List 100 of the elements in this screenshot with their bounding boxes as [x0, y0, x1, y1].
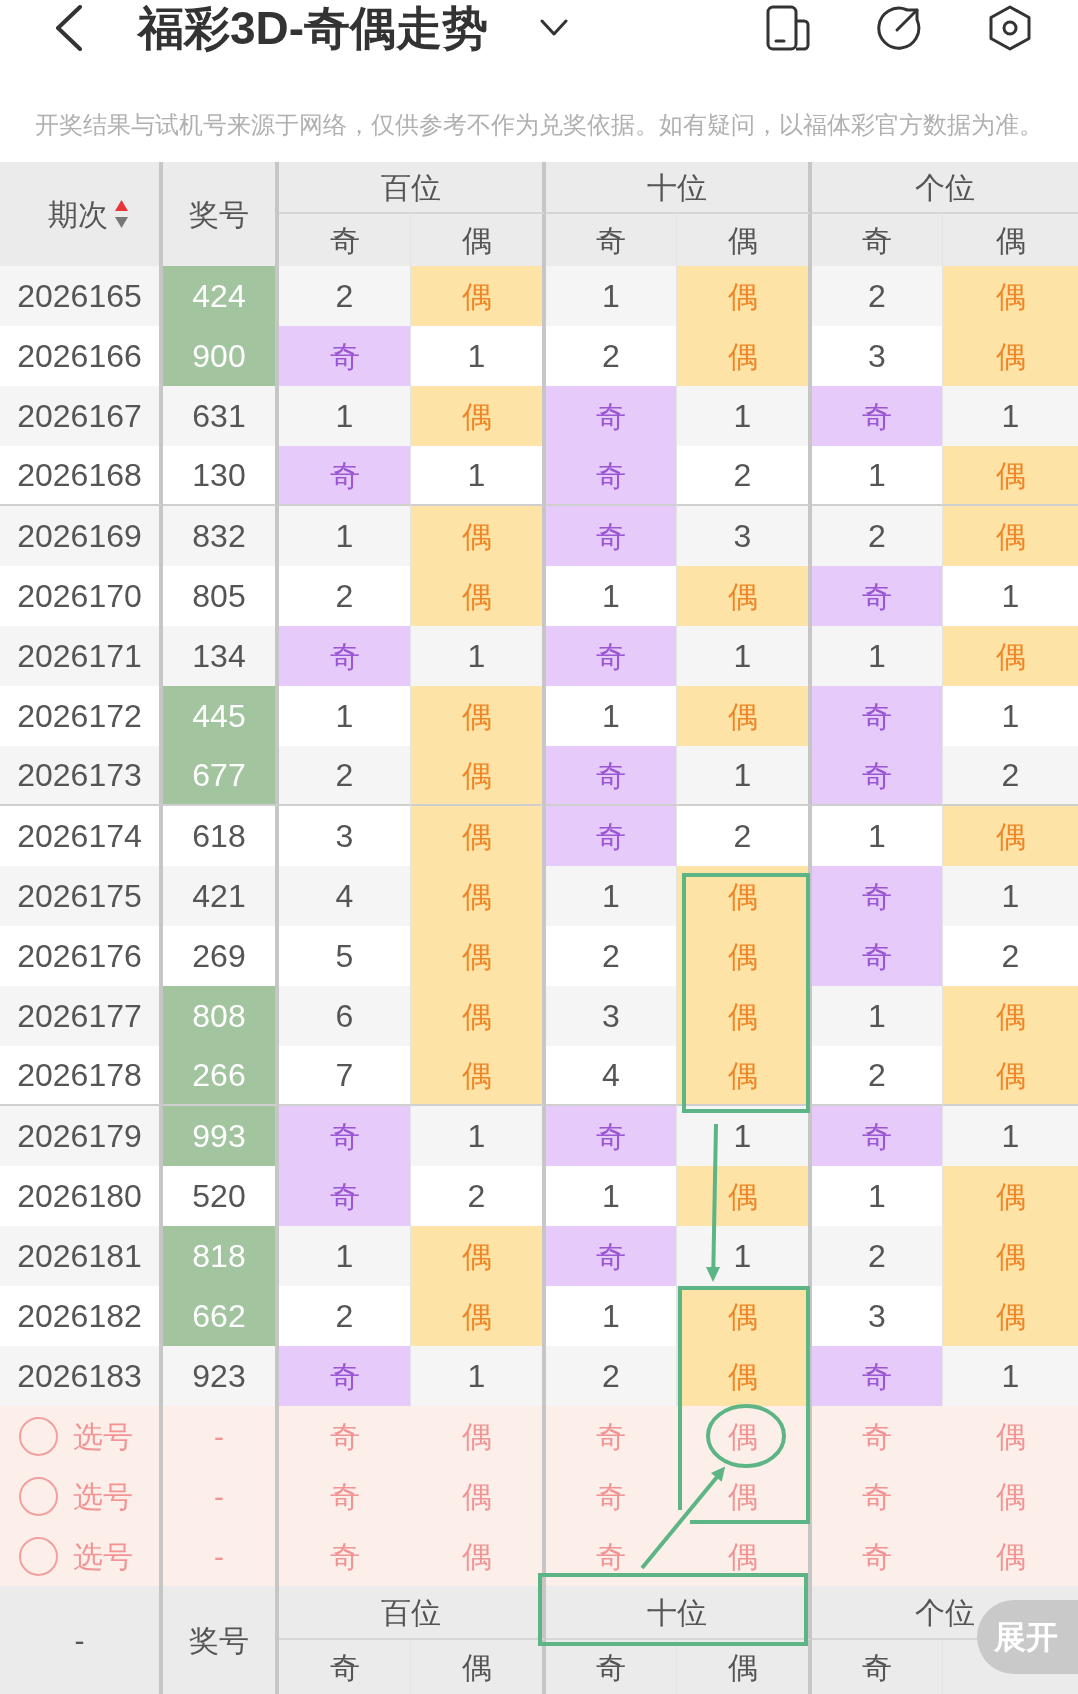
trend-cell: 偶 — [411, 386, 546, 446]
trend-cell: 2 — [677, 446, 812, 506]
number-cell: 818 — [163, 1226, 279, 1286]
trend-cell: 偶 — [677, 1346, 812, 1406]
column-header: 偶 — [411, 1640, 546, 1694]
share-icon[interactable] — [876, 5, 922, 51]
back-icon[interactable] — [54, 5, 84, 51]
trend-cell: 奇 — [546, 506, 677, 566]
number-cell: 445 — [163, 686, 279, 746]
column-header: 偶 — [677, 1640, 812, 1694]
pick-option[interactable]: 偶 — [943, 1526, 1078, 1586]
trend-cell: 1 — [812, 626, 943, 686]
trend-cell: 1 — [411, 1346, 546, 1406]
trend-cell: 4 — [546, 1046, 677, 1106]
pick-option[interactable]: 偶 — [411, 1406, 546, 1466]
trend-cell: 1 — [411, 446, 546, 506]
number-cell: 808 — [163, 986, 279, 1046]
trend-cell: 4 — [279, 866, 411, 926]
pick-option[interactable]: 奇 — [546, 1526, 677, 1586]
pick-option[interactable]: 偶 — [943, 1466, 1078, 1526]
number-cell: - — [163, 1466, 279, 1526]
number-cell: 832 — [163, 506, 279, 566]
pick-toggle[interactable]: 选号 — [0, 1406, 163, 1466]
pick-toggle[interactable]: 选号 — [0, 1526, 163, 1586]
trend-cell: 偶 — [411, 506, 546, 566]
column-header: 奖号 — [163, 1586, 279, 1694]
trend-cell: 偶 — [943, 506, 1078, 566]
issue-cell: 2026175 — [0, 866, 163, 926]
trend-cell: 1 — [677, 1106, 812, 1166]
trend-cell: 奇 — [812, 926, 943, 986]
trend-cell: 奇 — [812, 866, 943, 926]
trend-cell: 偶 — [677, 266, 812, 326]
trend-cell: 偶 — [411, 686, 546, 746]
trend-cell: 1 — [411, 626, 546, 686]
trend-cell: 偶 — [411, 266, 546, 326]
pick-option[interactable]: 奇 — [279, 1466, 411, 1526]
trend-cell: 2 — [812, 1046, 943, 1106]
pick-option[interactable]: 奇 — [279, 1526, 411, 1586]
page-title: 福彩3D-奇偶走势 — [138, 5, 489, 51]
pick-option[interactable]: 奇 — [546, 1406, 677, 1466]
trend-cell: 奇 — [279, 446, 411, 506]
trend-cell: 奇 — [279, 626, 411, 686]
issue-cell: 2026181 — [0, 1226, 163, 1286]
trend-cell: 偶 — [943, 806, 1078, 866]
number-cell: 424 — [163, 266, 279, 326]
trend-cell: 奇 — [279, 326, 411, 386]
pick-option[interactable]: 奇 — [279, 1406, 411, 1466]
trend-cell: 偶 — [411, 866, 546, 926]
trend-cell: 1 — [279, 506, 411, 566]
issue-cell: 2026171 — [0, 626, 163, 686]
trend-cell: 偶 — [411, 1046, 546, 1106]
settings-icon[interactable] — [988, 5, 1032, 51]
trend-cell: 2 — [812, 1226, 943, 1286]
trend-cell: 偶 — [677, 1046, 812, 1106]
number-cell: 662 — [163, 1286, 279, 1346]
pick-option[interactable]: 偶 — [411, 1526, 546, 1586]
number-cell: 421 — [163, 866, 279, 926]
issue-cell: 2026165 — [0, 266, 163, 326]
trend-cell: 奇 — [546, 446, 677, 506]
number-cell: 923 — [163, 1346, 279, 1406]
trend-cell: 奇 — [546, 746, 677, 806]
trend-cell: 偶 — [677, 926, 812, 986]
pick-option[interactable]: 奇 — [812, 1406, 943, 1466]
trend-cell: 偶 — [411, 746, 546, 806]
trend-cell: 奇 — [279, 1166, 411, 1226]
trend-cell: 2 — [279, 266, 411, 326]
pick-option[interactable]: 奇 — [812, 1526, 943, 1586]
issue-cell: 2026177 — [0, 986, 163, 1046]
pick-option[interactable]: 偶 — [411, 1466, 546, 1526]
trend-cell: 奇 — [546, 1106, 677, 1166]
trend-cell: 奇 — [546, 1226, 677, 1286]
column-header: 百位 — [279, 1586, 546, 1640]
trend-cell: 1 — [677, 746, 812, 806]
trend-cell: 奇 — [812, 386, 943, 446]
number-cell: - — [163, 1406, 279, 1466]
trend-cell: 奇 — [812, 686, 943, 746]
trend-cell: 偶 — [411, 566, 546, 626]
trend-cell: 1 — [546, 266, 677, 326]
trend-cell: 偶 — [943, 1166, 1078, 1226]
trend-cell: 偶 — [943, 326, 1078, 386]
trend-cell: 偶 — [677, 1166, 812, 1226]
pick-option[interactable]: 奇 — [812, 1466, 943, 1526]
trend-cell: 1 — [546, 866, 677, 926]
number-cell: 134 — [163, 626, 279, 686]
trend-cell: 奇 — [279, 1106, 411, 1166]
pick-option[interactable]: 偶 — [943, 1406, 1078, 1466]
issue-cell: 2026168 — [0, 446, 163, 506]
trend-cell: 2 — [812, 506, 943, 566]
trend-cell: 奇 — [812, 1346, 943, 1406]
chevron-down-icon[interactable] — [540, 19, 569, 37]
devices-icon[interactable] — [766, 5, 810, 51]
pick-option[interactable]: 偶 — [677, 1526, 812, 1586]
pick-option[interactable]: 奇 — [546, 1466, 677, 1526]
number-cell: - — [163, 1526, 279, 1586]
pick-toggle[interactable]: 选号 — [0, 1466, 163, 1526]
trend-cell: 偶 — [943, 626, 1078, 686]
trend-cell: 奇 — [812, 566, 943, 626]
trend-cell: 偶 — [677, 566, 812, 626]
trend-cell: 奇 — [812, 746, 943, 806]
trend-cell: 偶 — [943, 266, 1078, 326]
